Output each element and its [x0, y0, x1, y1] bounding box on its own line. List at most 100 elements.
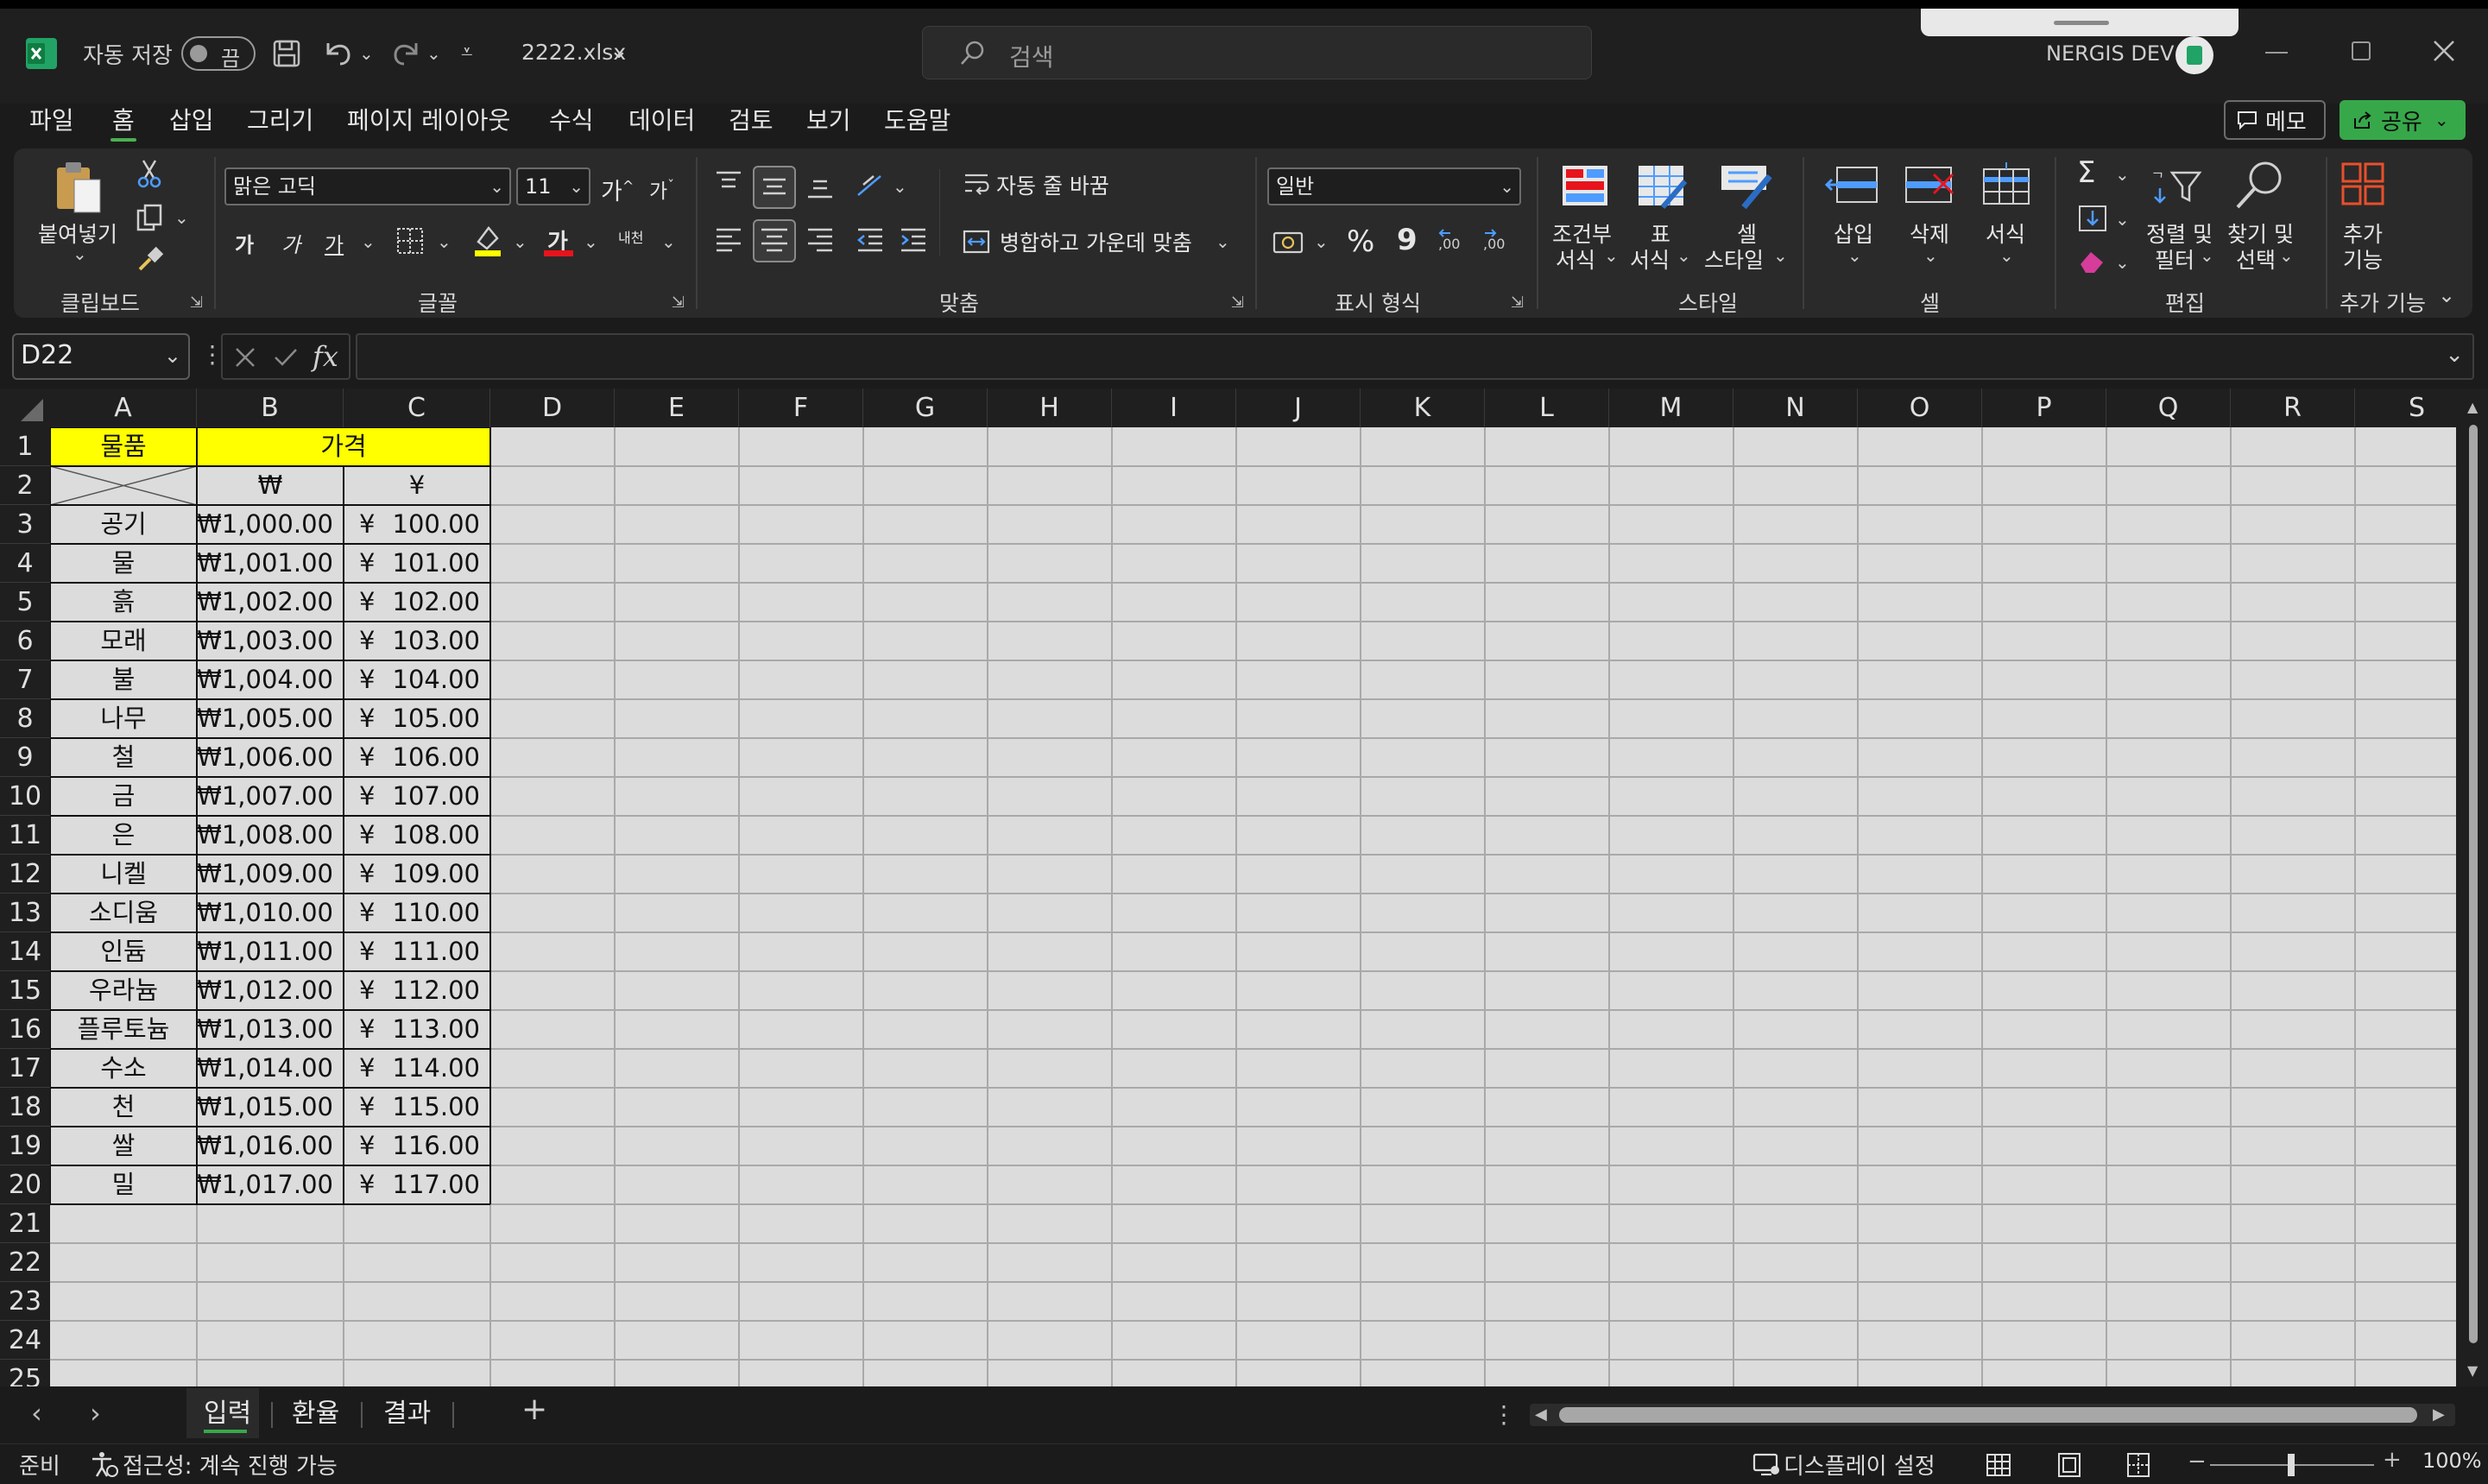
insert-function-icon[interactable]: fx	[313, 340, 338, 373]
cell-price-yen[interactable]: 101.00	[344, 544, 490, 583]
autosum-icon[interactable]: Σ	[2077, 155, 2095, 190]
fill-icon[interactable]	[2077, 204, 2108, 237]
undo-dropdown-icon[interactable]: ⌄	[359, 43, 374, 64]
prev-sheet-icon[interactable]: ‹	[31, 1397, 42, 1430]
close-icon[interactable]	[2431, 38, 2457, 67]
column-header-d[interactable]: D	[490, 388, 615, 427]
restore-icon[interactable]	[2352, 41, 2371, 60]
row-header-16[interactable]: 16	[0, 1010, 50, 1049]
shrink-font-button[interactable]: 가ˇ	[649, 174, 674, 204]
row-header-7[interactable]: 7	[0, 660, 50, 699]
name-box[interactable]: D22 ⌄	[12, 333, 190, 380]
row-header-24[interactable]: 24	[0, 1321, 50, 1360]
cell-price-won[interactable]: ₩1,007.00	[197, 777, 344, 816]
tab-file[interactable]: 파일	[29, 102, 74, 140]
share-chevron-icon[interactable]: ⌄	[2434, 110, 2449, 130]
cell-price-won[interactable]: ₩1,016.00	[197, 1127, 344, 1165]
column-header-l[interactable]: L	[1485, 388, 1609, 427]
row-header-11[interactable]: 11	[0, 816, 50, 855]
cell-price-yen[interactable]: 115.00	[344, 1088, 490, 1127]
paste-icon[interactable]	[52, 159, 107, 219]
cell-price-yen[interactable]: 107.00	[344, 777, 490, 816]
zoom-out-icon[interactable]: −	[2188, 1449, 2207, 1475]
decrease-decimal-icon[interactable]: ,00	[1481, 226, 1516, 261]
user-name[interactable]: NERGIS DEV	[2046, 41, 2174, 66]
find-select-label-2[interactable]: 선택	[2236, 243, 2276, 275]
number-format-dropdown[interactable]: 일반 ⌄	[1267, 167, 1521, 205]
delete-cells-label[interactable]: 삭제	[1910, 218, 1949, 249]
cell-price-won[interactable]: ₩1,001.00	[197, 544, 344, 583]
row-header-5[interactable]: 5	[0, 583, 50, 622]
font-color-dropdown-icon[interactable]: ⌄	[584, 231, 598, 252]
font-launcher-icon[interactable]: ⇲	[672, 294, 685, 312]
add-ins-label-2[interactable]: 기능	[2343, 243, 2383, 275]
cell-price-yen[interactable]: 114.00	[344, 1049, 490, 1088]
row-header-18[interactable]: 18	[0, 1088, 50, 1127]
format-cells-label[interactable]: 서식	[1986, 218, 2025, 249]
row-header-4[interactable]: 4	[0, 544, 50, 583]
borders-icon[interactable]	[395, 226, 425, 259]
row-header-17[interactable]: 17	[0, 1049, 50, 1088]
save-icon[interactable]	[271, 38, 302, 73]
column-header-i[interactable]: I	[1112, 388, 1236, 427]
memo-button[interactable]: 메모	[2224, 100, 2326, 140]
insert-cells-icon[interactable]	[1824, 164, 1880, 209]
tab-data[interactable]: 데이터	[628, 102, 695, 140]
row-header-10[interactable]: 10	[0, 777, 50, 816]
decrease-indent-icon[interactable]	[855, 226, 886, 257]
select-all-corner[interactable]	[0, 388, 50, 427]
cell-price-won[interactable]: ₩1,008.00	[197, 816, 344, 855]
cell-item[interactable]: 소디움	[50, 894, 197, 932]
cell-item[interactable]: 플루토늄	[50, 1010, 197, 1049]
comma-style-button[interactable]: 9	[1397, 223, 1418, 257]
row-header-9[interactable]: 9	[0, 738, 50, 777]
cell-price-yen[interactable]: 102.00	[344, 583, 490, 622]
cell-b1-merged[interactable]: 가격	[197, 427, 490, 466]
sort-filter-dropdown-icon[interactable]: ⌄	[2200, 245, 2214, 266]
cell-price-yen[interactable]: 111.00	[344, 932, 490, 971]
column-header-g[interactable]: G	[863, 388, 988, 427]
bold-button[interactable]: 가	[235, 228, 254, 258]
copy-dropdown-icon[interactable]: ⌄	[174, 207, 189, 228]
scroll-left-icon[interactable]: ◀	[1535, 1405, 1547, 1424]
accounting-format-icon[interactable]	[1272, 228, 1305, 261]
zoom-level[interactable]: 100%	[2422, 1449, 2482, 1473]
align-right-icon[interactable]	[805, 226, 836, 257]
cell-price-yen[interactable]: 104.00	[344, 660, 490, 699]
column-header-j[interactable]: J	[1236, 388, 1361, 427]
row-header-6[interactable]: 6	[0, 622, 50, 660]
column-header-r[interactable]: R	[2231, 388, 2355, 427]
tab-formulas[interactable]: 수식	[549, 102, 594, 140]
tab-help[interactable]: 도움말	[884, 102, 950, 140]
row-header-3[interactable]: 3	[0, 505, 50, 544]
scroll-right-icon[interactable]: ▶	[2433, 1405, 2445, 1424]
merge-dropdown-icon[interactable]: ⌄	[1216, 231, 1230, 252]
paste-dropdown-icon[interactable]: ⌄	[73, 243, 87, 264]
align-top-icon[interactable]	[713, 169, 744, 199]
cell-price-yen[interactable]: 110.00	[344, 894, 490, 932]
scroll-up-icon[interactable]: ▲	[2467, 399, 2478, 415]
cell-price-won[interactable]: ₩1,013.00	[197, 1010, 344, 1049]
undo-icon[interactable]	[321, 36, 356, 73]
cut-icon[interactable]	[136, 159, 162, 192]
cell-price-yen[interactable]: 112.00	[344, 971, 490, 1010]
ribbon-collapse-icon[interactable]: ⌄	[2438, 283, 2455, 307]
align-center-icon[interactable]	[753, 219, 796, 262]
cell-item[interactable]: 밀	[50, 1165, 197, 1204]
autosum-dropdown-icon[interactable]: ⌄	[2115, 164, 2130, 185]
row-header-12[interactable]: 12	[0, 855, 50, 894]
cell-price-yen[interactable]: 116.00	[344, 1127, 490, 1165]
phonetic-dropdown-icon[interactable]: ⌄	[661, 231, 676, 252]
clipboard-launcher-icon[interactable]: ⇲	[190, 294, 203, 312]
cell-price-won[interactable]: ₩1,000.00	[197, 505, 344, 544]
tab-home[interactable]: 홈	[112, 102, 135, 140]
align-left-icon[interactable]	[713, 226, 744, 257]
next-sheet-icon[interactable]: ›	[90, 1397, 101, 1430]
cell-price-yen[interactable]: 106.00	[344, 738, 490, 777]
autosave-toggle[interactable]: 끔	[181, 36, 256, 71]
clear-dropdown-icon[interactable]: ⌄	[2115, 252, 2130, 273]
percent-style-button[interactable]: %	[1347, 224, 1374, 259]
column-header-k[interactable]: K	[1361, 388, 1485, 427]
column-header-p[interactable]: P	[1982, 388, 2106, 427]
worksheet-grid[interactable]: ABCDEFGHIJKLMNOPQRS 1 2 3 4 5 6 7 8 9 10 11 12 13 14 1…	[0, 388, 2488, 1399]
